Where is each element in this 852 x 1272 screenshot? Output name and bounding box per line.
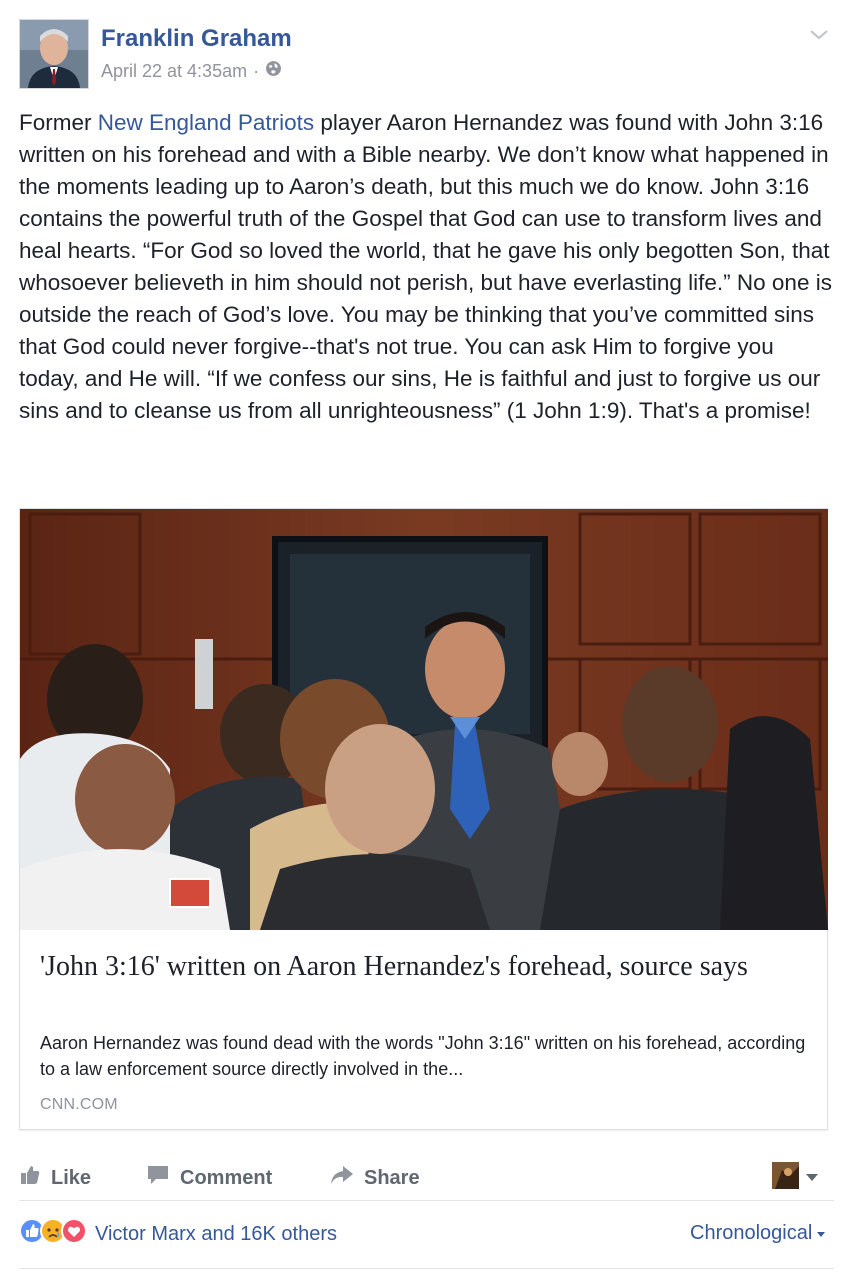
link-preview-title[interactable]: 'John 3:16' written on Aaron Hernandez's… (40, 949, 800, 985)
caret-down-icon (805, 1169, 819, 1187)
share-button[interactable]: Share (329, 1164, 420, 1192)
post-actions-bar: Like Comment Share (0, 1160, 852, 1198)
thumbs-up-icon (19, 1164, 41, 1192)
comment-button[interactable]: Comment (146, 1164, 272, 1192)
comment-order-dropdown[interactable]: Chronological (690, 1222, 826, 1245)
actions-divider (19, 1200, 834, 1201)
footer-divider (19, 1268, 834, 1269)
meta-separator: · (253, 60, 260, 81)
link-preview-description: Aaron Hernandez was found dead with the … (40, 1033, 806, 1079)
author-name[interactable]: Franklin Graham (101, 25, 292, 53)
like-label: Like (51, 1166, 92, 1189)
post-text: Former New England Patriots player Aaron… (19, 107, 834, 427)
share-arrow-icon (329, 1164, 354, 1192)
globe-icon[interactable] (265, 60, 282, 82)
post-text-part: player Aaron Hernandez was found with Jo… (19, 110, 832, 423)
reaction-identity-selector[interactable] (772, 1162, 819, 1194)
profile-thumbnail (772, 1162, 799, 1194)
author-avatar[interactable] (19, 19, 89, 89)
reaction-icons (19, 1218, 87, 1250)
avatar-image (20, 20, 88, 88)
post-text-part: Former (19, 110, 98, 135)
reaction-names[interactable]: Victor Marx and 16K others (95, 1223, 337, 1246)
love-icon (61, 1218, 87, 1250)
feed-post: Franklin Graham April 22 at 4:35am · For… (0, 0, 852, 1272)
new-england-patriots-link[interactable]: New England Patriots (98, 110, 314, 135)
share-label: Share (364, 1166, 420, 1189)
link-preview-domain: CNN.COM (40, 1096, 118, 1113)
link-preview-image[interactable] (20, 509, 828, 930)
post-options-chevron-icon[interactable] (806, 24, 832, 46)
caret-down-icon (816, 1222, 826, 1245)
post-meta: April 22 at 4:35am · (101, 60, 282, 82)
comment-order-label: Chronological (690, 1222, 813, 1244)
reactions-summary[interactable]: Victor Marx and 16K others (19, 1218, 337, 1250)
like-button[interactable]: Like (19, 1164, 91, 1192)
link-preview-card[interactable]: 'John 3:16' written on Aaron Hernandez's… (19, 508, 828, 1130)
comment-label: Comment (180, 1166, 273, 1189)
comment-icon (146, 1164, 170, 1192)
post-timestamp[interactable]: April 22 at 4:35am (101, 61, 247, 82)
